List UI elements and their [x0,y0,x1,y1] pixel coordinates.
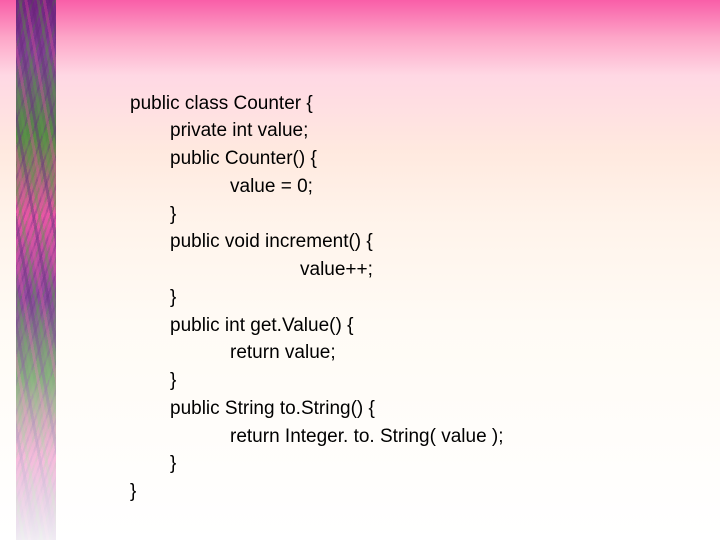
code-line: public String to.String() { [130,398,375,419]
code-line: public int get.Value() { [130,315,353,336]
code-line: value++; [130,259,373,280]
code-line: } [130,204,176,225]
code-line: public class Counter { [130,93,313,114]
slide: public class Counter { private int value… [0,0,720,540]
code-line: return value; [130,342,336,363]
code-line: } [130,453,176,474]
code-line: public Counter() { [130,148,317,169]
code-block: public class Counter { private int value… [130,62,504,506]
code-line: private int value; [130,120,308,141]
code-line: } [130,481,136,502]
code-line: public void increment() { [130,231,373,252]
code-line: } [130,370,176,391]
code-line: } [130,287,176,308]
code-line: return Integer. to. String( value ); [130,426,504,447]
decorative-sidebar-fade [16,0,56,540]
code-line: value = 0; [130,176,313,197]
